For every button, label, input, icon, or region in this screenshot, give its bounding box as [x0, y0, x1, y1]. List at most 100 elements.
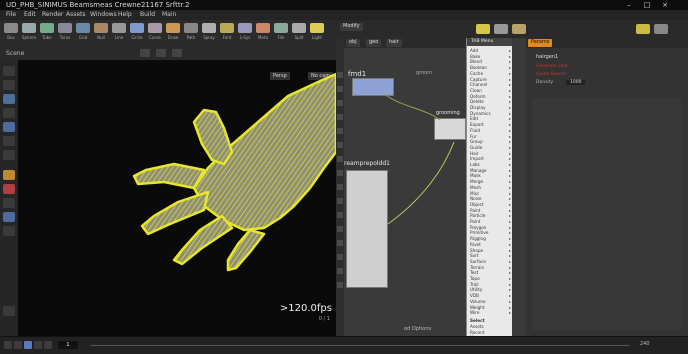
- handle-icon[interactable]: [3, 122, 15, 132]
- menu-entry[interactable]: Assets: [470, 324, 484, 329]
- play-end-icon[interactable]: [44, 341, 52, 349]
- spray-tool-icon[interactable]: [202, 23, 216, 33]
- menu-entry[interactable]: Mesh: [470, 185, 481, 190]
- play-start-icon[interactable]: [4, 341, 12, 349]
- menu-entry[interactable]: Polygon: [470, 225, 486, 230]
- param-row[interactable]: Guide Source: [536, 72, 566, 77]
- menu-build[interactable]: Build: [140, 11, 155, 18]
- menu-entry[interactable]: Hair: [470, 151, 479, 156]
- settings-tool-icon[interactable]: [654, 24, 668, 34]
- lock-icon[interactable]: [3, 226, 15, 236]
- pose-icon[interactable]: [3, 136, 15, 146]
- network-tool-icon[interactable]: [337, 268, 343, 274]
- menu-entry[interactable]: Rivet: [470, 242, 481, 247]
- null-tool-icon[interactable]: [94, 23, 108, 33]
- box-tool-icon[interactable]: [4, 23, 18, 33]
- network-tool-icon[interactable]: [337, 100, 343, 106]
- menu-entry[interactable]: Mask: [470, 173, 481, 178]
- menu-entry[interactable]: Volume: [470, 299, 486, 304]
- move-icon[interactable]: [3, 80, 15, 90]
- network-tool-icon[interactable]: [337, 254, 343, 260]
- network-tool-icon[interactable]: [337, 282, 343, 288]
- line-tool-icon[interactable]: [112, 23, 126, 33]
- torus-tool-icon[interactable]: [58, 23, 72, 33]
- menu-entry[interactable]: Object: [470, 202, 484, 207]
- cut-icon[interactable]: [3, 184, 15, 194]
- scale-icon[interactable]: [3, 108, 15, 118]
- menu-entry[interactable]: Group: [470, 139, 483, 144]
- hair-hand-model[interactable]: [18, 60, 336, 336]
- menu-file[interactable]: File: [6, 11, 16, 18]
- network-tool-icon[interactable]: [337, 170, 343, 176]
- 3d-viewport[interactable]: Persp No cam >120.0fps 0 / 1: [18, 60, 336, 336]
- network-editor[interactable]: fmd1 groom grooming reamprepoldd1 od Opt…: [344, 48, 466, 336]
- hair-tool-icon[interactable]: [512, 24, 526, 34]
- tab-geo[interactable]: geo: [366, 39, 382, 47]
- step-back-icon[interactable]: [14, 341, 22, 349]
- menu-entry[interactable]: Paint: [470, 208, 480, 213]
- menu-entry[interactable]: Shape: [470, 248, 483, 253]
- menu-entry[interactable]: Blend: [470, 59, 482, 64]
- menu-entry[interactable]: Noise: [470, 196, 482, 201]
- menu-entry[interactable]: Utility: [470, 287, 482, 292]
- menu-entry[interactable]: Export: [470, 122, 484, 127]
- menu-entry[interactable]: VDB: [470, 293, 479, 298]
- menu-windows[interactable]: Windows: [90, 11, 117, 18]
- menu-entry[interactable]: Capture: [470, 77, 487, 82]
- end-frame[interactable]: 240: [640, 341, 650, 347]
- menu-entry[interactable]: Rigging: [470, 236, 486, 241]
- tab-modify[interactable]: Modify: [340, 23, 363, 31]
- menu-entry[interactable]: Guide: [470, 145, 482, 150]
- timeline-track[interactable]: [90, 345, 630, 346]
- menu-help[interactable]: Help: [118, 11, 132, 18]
- param-value-field[interactable]: 1000: [566, 80, 586, 85]
- menu-entry[interactable]: Recent: [470, 330, 484, 335]
- menu-entry[interactable]: Deform: [470, 94, 486, 99]
- curve-tool-icon[interactable]: [148, 23, 162, 33]
- split-tool-icon[interactable]: [292, 23, 306, 33]
- menu-entry[interactable]: Misc: [470, 191, 479, 196]
- menu-entry[interactable]: Cache: [470, 71, 483, 76]
- menu-entry[interactable]: Channel: [470, 82, 487, 87]
- render-tool-icon[interactable]: [636, 24, 650, 34]
- menu-entry[interactable]: Wire: [470, 310, 479, 315]
- menu-entry[interactable]: Boolean: [470, 65, 487, 70]
- camera-icon[interactable]: [172, 49, 182, 57]
- lsystem-tool-icon[interactable]: [238, 23, 252, 33]
- param-row[interactable]: Density: [536, 80, 553, 85]
- meta-tool-icon[interactable]: [256, 23, 270, 33]
- network-tool-icon[interactable]: [337, 128, 343, 134]
- menu-entry[interactable]: Particle: [470, 213, 485, 218]
- menu-entry[interactable]: Display: [470, 105, 485, 110]
- sphere-tool-icon[interactable]: [22, 23, 36, 33]
- comb-icon[interactable]: [3, 198, 15, 208]
- network-tool-icon[interactable]: [337, 114, 343, 120]
- menu-assets[interactable]: Assets: [66, 11, 86, 18]
- param-row[interactable]: Generate Hair: [536, 64, 568, 69]
- view-icon[interactable]: [140, 49, 150, 57]
- step-forward-icon[interactable]: [34, 341, 42, 349]
- menu-entry[interactable]: Dynamics: [470, 111, 491, 116]
- network-tool-icon[interactable]: [337, 142, 343, 148]
- menu-render[interactable]: Render: [42, 11, 63, 18]
- menu-entry[interactable]: Weight: [470, 305, 485, 310]
- cam-tool-icon[interactable]: [476, 24, 490, 34]
- network-tool-icon[interactable]: [337, 226, 343, 232]
- tab-obj[interactable]: obj: [346, 39, 360, 47]
- network-tool-icon[interactable]: [337, 72, 343, 78]
- grid-tool-icon[interactable]: [76, 23, 90, 33]
- menu-entry[interactable]: Manage: [470, 168, 487, 173]
- menu-entry[interactable]: Test: [470, 270, 478, 275]
- groom-icon[interactable]: [3, 170, 15, 180]
- menu-entry[interactable]: Fur: [470, 134, 477, 139]
- menu-entry[interactable]: Surface: [470, 259, 486, 264]
- menu-entry[interactable]: Delete: [470, 99, 484, 104]
- select-icon[interactable]: [3, 66, 15, 76]
- network-tool-icon[interactable]: [337, 240, 343, 246]
- network-tool-icon[interactable]: [337, 212, 343, 218]
- font-tool-icon[interactable]: [220, 23, 234, 33]
- path-tool-icon[interactable]: [184, 23, 198, 33]
- brush-icon[interactable]: [3, 150, 15, 160]
- rotate-icon[interactable]: [3, 94, 15, 104]
- menu-entry[interactable]: Topo: [470, 276, 480, 281]
